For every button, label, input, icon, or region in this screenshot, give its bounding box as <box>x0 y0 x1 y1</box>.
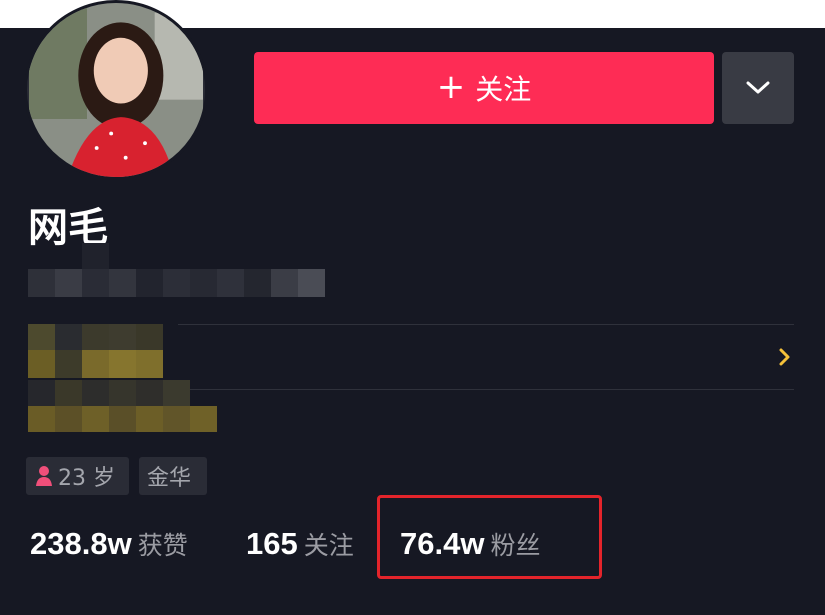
chevron-right-icon[interactable] <box>776 347 794 367</box>
chevron-down-icon <box>746 81 770 94</box>
tag-age: 23 岁 <box>26 457 129 495</box>
follow-button-label: 关注 <box>475 73 532 106</box>
divider <box>178 324 794 325</box>
stat-likes[interactable]: 238.8w 获赞 <box>30 526 188 572</box>
stat-following-value: 165 <box>246 526 298 561</box>
tag-age-label: 23 岁 <box>58 466 115 491</box>
stat-likes-label: 获赞 <box>137 531 188 560</box>
tag-location: 金华 <box>139 457 207 495</box>
followers-highlight-box <box>377 495 602 579</box>
tag-location-label: 金华 <box>147 466 192 491</box>
divider <box>178 389 794 390</box>
stat-likes-value: 238.8w <box>30 526 132 561</box>
redacted-bio-line-1 <box>28 324 163 378</box>
avatar-photo <box>29 3 203 177</box>
female-person-icon <box>36 466 52 486</box>
stat-following[interactable]: 165 关注 <box>246 526 354 572</box>
follow-button[interactable]: + 关注 <box>254 52 714 124</box>
plus-icon: + <box>436 67 466 107</box>
avatar[interactable] <box>24 0 208 180</box>
redacted-id-line <box>28 243 325 297</box>
redacted-bio-line-2 <box>28 380 217 432</box>
stat-following-label: 关注 <box>303 531 354 560</box>
more-options-button[interactable] <box>722 52 794 124</box>
